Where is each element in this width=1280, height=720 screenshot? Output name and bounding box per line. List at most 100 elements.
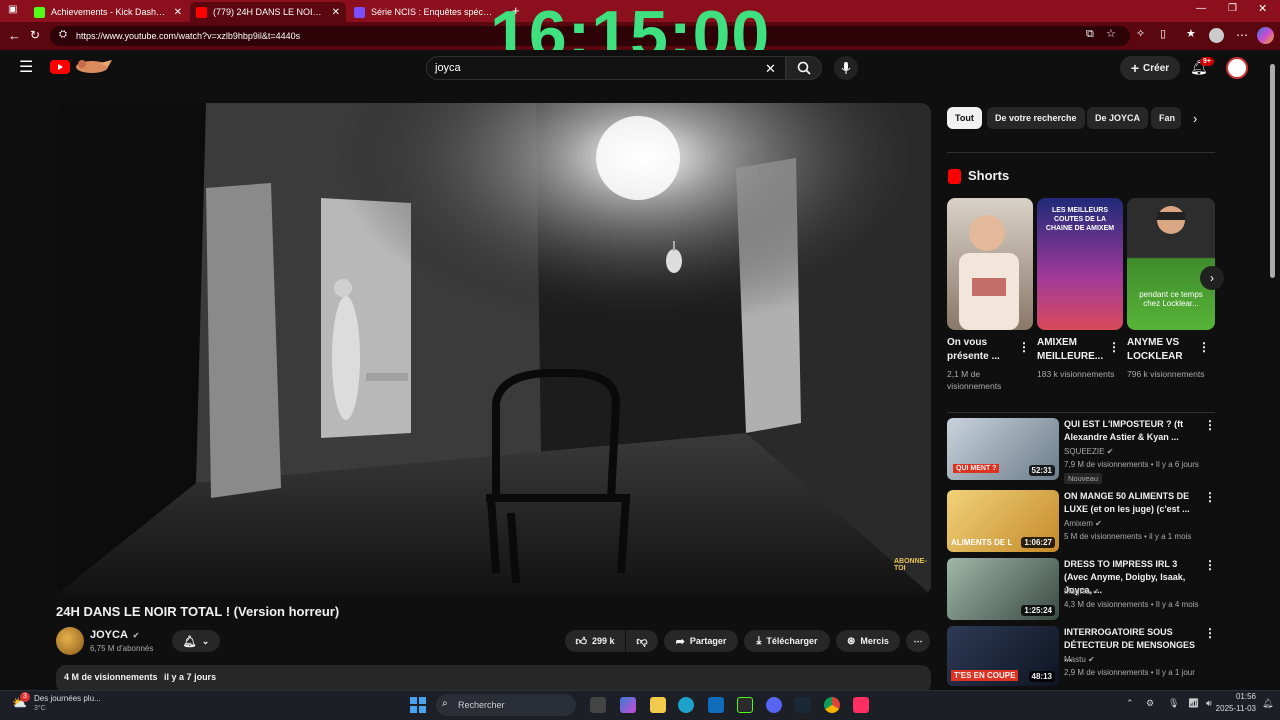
steam-icon[interactable]	[795, 697, 811, 713]
download-button[interactable]: ⤓ Télécharger	[744, 630, 830, 652]
tray-chevron-icon[interactable]: ⌃	[1126, 698, 1134, 709]
short-title-3[interactable]: ANYME VS LOCKLEAR	[1127, 336, 1199, 364]
video-thumbnail[interactable]: ALIMENTS DE L 1:06:27	[947, 490, 1059, 552]
store-icon[interactable]	[708, 697, 724, 713]
browser-tab-kick[interactable]: Achievements - Kick Dashboard ✕	[28, 2, 188, 22]
profile-avatar[interactable]	[1209, 28, 1224, 43]
back-icon[interactable]: ←	[8, 29, 21, 42]
edge-icon[interactable]	[678, 697, 694, 713]
short-menu-icon[interactable]: ⋮	[1198, 340, 1210, 354]
copilot-taskbar-icon[interactable]	[620, 697, 636, 713]
chip-all[interactable]: Tout	[947, 107, 982, 129]
shorts-logo-icon	[948, 169, 961, 184]
wifi-icon[interactable]: 📶︎	[1188, 698, 1199, 709]
divider	[947, 152, 1215, 153]
create-button[interactable]: + Créer	[1120, 56, 1180, 80]
channel-name[interactable]: JOYCA ✔	[90, 629, 139, 641]
site-info-icon[interactable]: ⛭	[59, 30, 67, 40]
windows-taskbar	[0, 690, 1280, 720]
close-tab-icon[interactable]: ✕	[332, 7, 346, 18]
more-actions-button[interactable]: ⋯	[906, 630, 930, 652]
weather-title[interactable]: Des journées plu...	[34, 694, 101, 703]
notification-center-icon[interactable]: 🔔︎	[1262, 698, 1273, 709]
more-menu-icon[interactable]: ⋯	[1236, 29, 1248, 41]
chip-fan[interactable]: Fan	[1151, 107, 1181, 129]
maximize-icon[interactable]: ❐	[1228, 4, 1237, 14]
chips-next-arrow-icon[interactable]: ›	[1193, 112, 1197, 125]
short-thumbnail-1[interactable]	[947, 198, 1033, 330]
short-thumbnail-3[interactable]: pendant ce temps chez Locklear...	[1127, 198, 1215, 330]
windows-start-icon[interactable]	[410, 697, 426, 713]
task-view-icon[interactable]	[590, 697, 606, 713]
extensions-icon[interactable]: ✧	[1136, 29, 1145, 40]
close-tab-icon[interactable]: ✕	[174, 7, 188, 18]
tiktok-icon[interactable]	[853, 697, 869, 713]
chip-from-search[interactable]: De votre recherche	[987, 107, 1085, 129]
discord-icon[interactable]	[766, 697, 782, 713]
volume-icon[interactable]: 🔊︎	[1206, 698, 1212, 709]
channel-avatar[interactable]	[56, 627, 84, 655]
short-menu-icon[interactable]: ⋮	[1108, 340, 1120, 354]
chip-from-joyca[interactable]: De JOYCA	[1087, 107, 1149, 129]
clock-date[interactable]: 2025-11-03	[1212, 704, 1256, 713]
channel-text: Maghla	[1064, 587, 1091, 596]
related-channel[interactable]: Maghla ✔	[1064, 587, 1099, 596]
chevron-down-icon: ⌄	[201, 635, 210, 646]
short-thumbnail-2[interactable]: LES MEILLEURS COUTES DE LA CHAINE DE AMI…	[1037, 198, 1123, 330]
related-channel[interactable]: SQUEEZIE ✔	[1064, 447, 1113, 456]
minimize-icon[interactable]: —	[1196, 4, 1206, 14]
chrome-icon[interactable]	[824, 697, 840, 713]
video-thumbnail[interactable]: 1:25:24	[947, 558, 1059, 620]
video-thumbnail[interactable]: QUI MENT ? 52:31	[947, 418, 1059, 480]
clock-time[interactable]: 01:56	[1222, 692, 1256, 701]
short-title-1[interactable]: On vous présente ...	[947, 336, 1019, 364]
weather-alert-badge: 3	[20, 692, 30, 702]
tray-app-icon[interactable]: ⚙	[1146, 698, 1154, 709]
video-player[interactable]: ABONNE-TOI	[56, 103, 931, 595]
file-explorer-icon[interactable]	[650, 697, 666, 713]
install-app-icon[interactable]: ⧉	[1086, 29, 1094, 40]
shorts-next-icon[interactable]: ›	[1200, 266, 1224, 290]
search-icon: ⌕	[442, 698, 448, 709]
clear-search-icon[interactable]: ✕	[765, 62, 776, 75]
short-menu-icon[interactable]: ⋮	[1018, 340, 1030, 354]
voice-search-button[interactable]	[834, 56, 858, 80]
youtube-doodle[interactable]	[72, 57, 114, 75]
hamburger-menu-icon[interactable]: ☰	[19, 60, 33, 76]
video-thumbnail[interactable]: T'ES EN COUPE 48:13	[947, 626, 1059, 686]
video-menu-icon[interactable]: ⋮	[1204, 558, 1216, 572]
related-channel[interactable]: Amixem ✔	[1064, 519, 1102, 528]
browser-tab-youtube[interactable]: (779) 24H DANS LE NOIR TOTAL ! ✕	[190, 2, 346, 22]
account-avatar[interactable]	[1226, 57, 1248, 79]
split-view-icon[interactable]: ▯	[1160, 29, 1166, 40]
related-video-title[interactable]: ON MANGE 50 ALIMENTS DE LUXE (et on les …	[1064, 490, 1199, 516]
thanks-button[interactable]: ⊛ Mercis	[836, 630, 900, 652]
search-button[interactable]	[786, 56, 822, 80]
kick-app-icon[interactable]	[737, 697, 753, 713]
tab-actions-icon[interactable]: ▣	[8, 5, 17, 15]
share-button[interactable]: ➦ Partager	[664, 630, 738, 652]
description-box[interactable]: 4 M de visionnements il y a 7 jours	[56, 665, 931, 693]
taskbar-search[interactable]: ⌕ Rechercher	[436, 694, 576, 716]
related-channel[interactable]: Mastu ✔	[1064, 655, 1095, 664]
reload-icon[interactable]: ↻	[30, 29, 40, 41]
thumbnail-text: T'ES EN COUPE	[951, 670, 1019, 681]
bookmark-star-icon[interactable]: ☆	[1106, 29, 1116, 40]
search-input[interactable]: joyca ✕	[426, 56, 786, 80]
channel-text: SQUEEZIE	[1064, 447, 1105, 456]
related-video-title[interactable]: QUI EST L'IMPOSTEUR ? (ft Alexandre Asti…	[1064, 418, 1199, 444]
microphone-tray-icon[interactable]: 🎙︎	[1168, 698, 1179, 709]
page-scrollbar[interactable]	[1270, 64, 1275, 278]
dislike-button[interactable]: 👎︎	[626, 630, 658, 652]
video-menu-icon[interactable]: ⋮	[1204, 626, 1216, 640]
copilot-icon[interactable]	[1257, 27, 1274, 44]
subscribe-notifications-button[interactable]: 🔔︎ ⌄	[172, 630, 220, 652]
short-title-2[interactable]: AMIXEM MEILLEURE...	[1037, 336, 1109, 364]
youtube-logo-icon[interactable]	[50, 60, 70, 74]
favorites-icon[interactable]: ★	[1186, 29, 1196, 40]
video-menu-icon[interactable]: ⋮	[1204, 418, 1216, 432]
browser-tab-ncis[interactable]: Série NCIS : Enquêtes spéciales s	[348, 2, 494, 22]
close-window-icon[interactable]: ✕	[1258, 4, 1267, 15]
like-button[interactable]: 👍︎ 299 k	[565, 630, 625, 652]
video-menu-icon[interactable]: ⋮	[1204, 490, 1216, 504]
